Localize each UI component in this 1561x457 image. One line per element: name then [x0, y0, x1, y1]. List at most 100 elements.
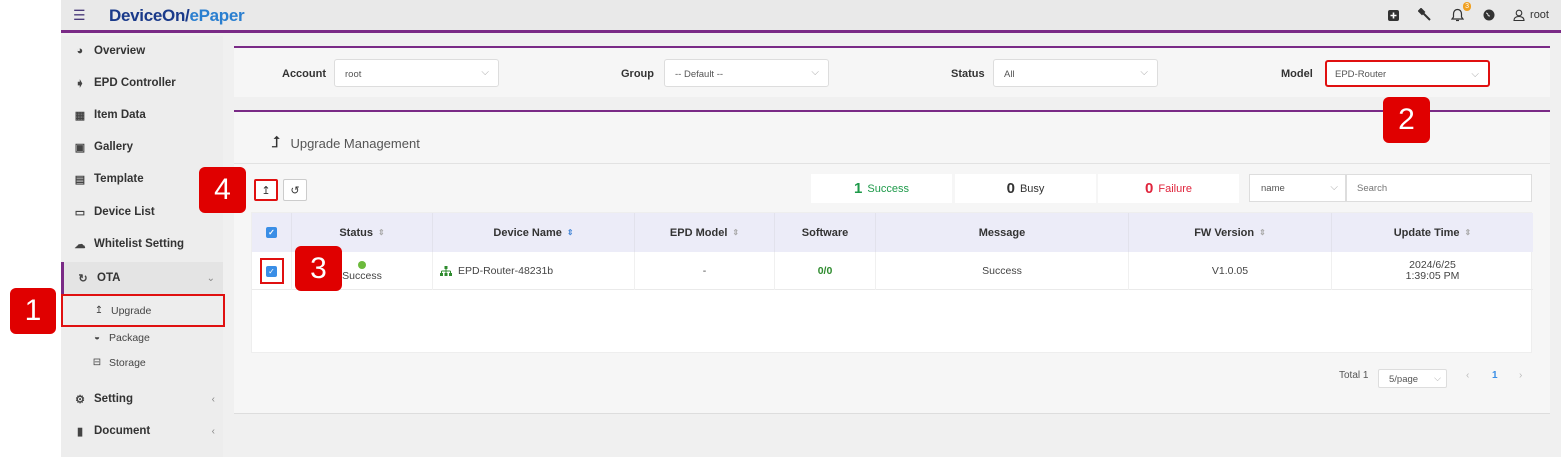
row-checkbox-highlight: ✓	[259, 258, 284, 284]
gears-icon: ⚙	[75, 393, 85, 406]
chevron-down-icon: ⌵	[1330, 182, 1338, 193]
refresh-button[interactable]: ↺	[283, 179, 307, 201]
group-select[interactable]: -- Default -- ⌵	[664, 59, 829, 87]
row-select-cell: ✓	[252, 252, 292, 290]
sidebar-item-gallery[interactable]: ▣ Gallery	[61, 132, 223, 162]
status-select[interactable]: All ⌵	[993, 59, 1158, 87]
book-icon: ▮	[76, 425, 84, 438]
upgrade-table: ✓ Status ⇕ Device Name ⇕ EPD Model ⇕ Softwa…	[251, 212, 1533, 353]
chevron-down-icon: ⌵	[1140, 67, 1148, 78]
col-message: Message	[876, 213, 1129, 252]
select-all-cell: ✓	[252, 213, 292, 252]
failure-stat: 0 Failure	[1098, 174, 1239, 203]
username: root	[1530, 9, 1549, 21]
epd-model-cell: -	[635, 252, 775, 290]
sort-icon: ⇕	[377, 228, 385, 237]
sidebar-item-ota[interactable]: ↻ OTA ⌄	[61, 262, 223, 294]
sidebar: ◕ Overview ➧ EPD Controller ▦ Item Data ▣ Ga…	[61, 36, 225, 457]
group-label: Group	[621, 68, 654, 80]
next-page-icon[interactable]: ›	[1519, 370, 1522, 381]
monitor-icon: ▭	[74, 206, 86, 219]
page-size-select[interactable]: 5/page ⌵	[1378, 369, 1447, 388]
account-select[interactable]: root ⌵	[334, 59, 499, 87]
model-label: Model	[1281, 68, 1313, 80]
sidebar-item-epd-controller[interactable]: ➧ EPD Controller	[61, 68, 223, 98]
prev-page-icon[interactable]: ‹	[1466, 370, 1469, 381]
tag-icon: ➧	[75, 77, 85, 90]
menu-toggle-icon[interactable]: ☰	[73, 7, 86, 24]
chevron-down-icon: ⌵	[1471, 69, 1479, 80]
col-update-time[interactable]: Update Time ⇕	[1332, 213, 1533, 252]
upload-icon: ↥	[94, 305, 104, 316]
hdd-icon: ⊟	[92, 357, 102, 368]
callout-3: 3	[295, 246, 342, 291]
chevron-down-icon: ⌵	[811, 67, 819, 78]
upgrade-icon: ⮥	[271, 134, 281, 151]
sync-icon: ↻	[78, 272, 88, 285]
sidebar-subitem-storage[interactable]: ⊟ Storage	[61, 350, 223, 375]
id-card-icon: ▤	[74, 173, 86, 186]
account-label: Account	[282, 68, 326, 80]
sidebar-item-overview[interactable]: ◕ Overview	[61, 36, 223, 66]
divider	[234, 163, 1550, 164]
sort-icon: ⇕	[732, 228, 740, 237]
inbox-icon: ◒	[93, 332, 101, 343]
network-tree-icon	[440, 266, 452, 276]
select-all-checkbox[interactable]: ✓	[266, 227, 277, 238]
callout-4: 4	[199, 167, 246, 213]
sort-icon: ⇕	[566, 228, 574, 237]
update-time-cell: 2024/6/25 1:39:05 PM	[1405, 259, 1460, 282]
sort-icon: ⇕	[1464, 228, 1472, 237]
device-name-cell: EPD-Router-48231b	[433, 252, 635, 290]
refresh-icon: ↺	[290, 184, 300, 197]
sidebar-item-document[interactable]: ▮ Document ‹	[61, 416, 223, 446]
cloud-icon: ☁	[74, 238, 86, 251]
busy-stat: 0 Busy	[955, 174, 1096, 203]
success-stat: 1 Success	[811, 174, 952, 203]
sidebar-item-whitelist-setting[interactable]: ☁ Whitelist Setting	[61, 229, 223, 259]
chevron-left-icon: ‹	[211, 425, 215, 437]
sidebar-item-setting[interactable]: ⚙ Setting ‹	[61, 384, 223, 414]
search-field-select[interactable]: name ⌵	[1249, 174, 1346, 202]
top-icons: 3 root	[1385, 2, 1549, 23]
sidebar-subitem-upgrade[interactable]: ↥ Upgrade	[61, 294, 225, 327]
user-icon	[1513, 9, 1525, 21]
sidebar-subitem-package[interactable]: ◒ Package	[61, 325, 223, 350]
message-cell: Success	[876, 252, 1129, 290]
fw-version-cell: V1.0.05	[1129, 252, 1332, 290]
col-device-name[interactable]: Device Name ⇕	[433, 213, 635, 252]
col-epd-model[interactable]: EPD Model ⇕	[635, 213, 775, 252]
model-select[interactable]: EPD-Router ⌵	[1325, 60, 1490, 87]
dashboard-icon: ◕	[76, 45, 84, 57]
brand-logo: DeviceOn/ePaper	[109, 6, 245, 25]
callout-2: 2	[1383, 97, 1430, 143]
bell-icon[interactable]: 3	[1449, 2, 1472, 23]
callout-1: 1	[10, 288, 56, 334]
status-label: Status	[951, 68, 985, 80]
top-bar: ☰ DeviceOn/ePaper 3 root	[61, 0, 1561, 33]
row-checkbox[interactable]: ✓	[266, 265, 277, 277]
panel-title: ⮥ Upgrade Management	[271, 134, 420, 151]
image-icon: ▣	[74, 141, 86, 154]
col-software: Software	[775, 213, 876, 252]
chevron-down-icon: ⌵	[481, 67, 489, 78]
pagination-total: Total 1	[1339, 370, 1369, 381]
user-menu[interactable]: root	[1513, 9, 1549, 21]
software-cell: 0/0	[775, 252, 876, 290]
page-number[interactable]: 1	[1492, 370, 1498, 381]
tools-icon[interactable]	[1417, 7, 1433, 23]
upload-icon: ↥	[261, 184, 271, 197]
upgrade-button[interactable]: ↥	[254, 179, 278, 201]
col-fw-version[interactable]: FW Version ⇕	[1129, 213, 1332, 252]
sidebar-item-item-data[interactable]: ▦ Item Data	[61, 100, 223, 130]
table-header: ✓ Status ⇕ Device Name ⇕ EPD Model ⇕ Softwa…	[252, 213, 1533, 252]
chevron-down-icon: ⌵	[1434, 373, 1441, 383]
notification-badge: 3	[1463, 2, 1472, 11]
chevron-down-icon: ⌄	[206, 272, 215, 284]
sort-icon: ⇕	[1259, 228, 1266, 237]
filter-bar: Account root ⌵ Group -- Default -- ⌵ Statu…	[234, 46, 1550, 97]
add-box-icon[interactable]	[1385, 7, 1401, 23]
search-input[interactable]	[1346, 174, 1532, 202]
globe-icon[interactable]	[1481, 7, 1497, 23]
table-row[interactable]: ✓ Success EPD-Router-48231b - 0/0 Succes…	[252, 252, 1533, 290]
